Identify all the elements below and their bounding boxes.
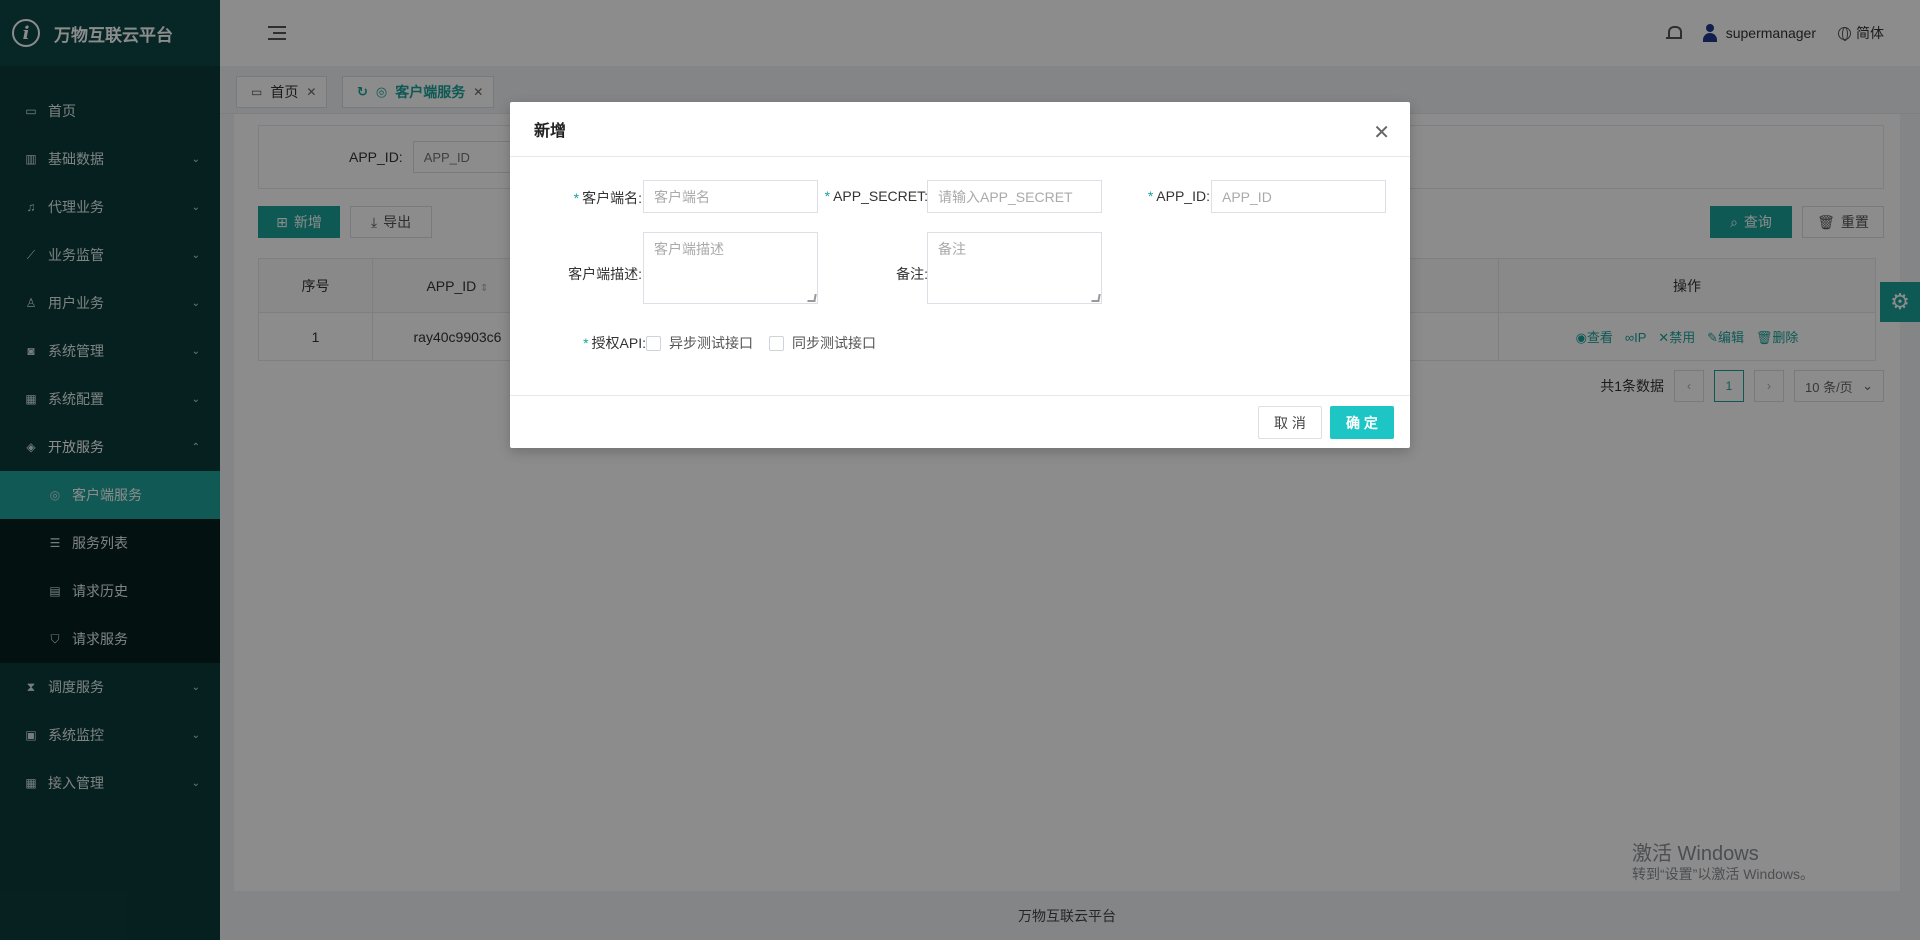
client-desc-label: 客户端描述: — [568, 266, 642, 282]
sync-test-api-checkbox[interactable]: 同步测试接口 — [769, 333, 876, 353]
app-id-input[interactable]: APP_ID — [1211, 180, 1386, 213]
modal-title: 新增 — [534, 123, 567, 140]
client-desc-textarea[interactable]: 客户端描述 — [643, 232, 818, 304]
async-test-api-checkbox[interactable]: 异步测试接口 — [646, 333, 753, 353]
auth-api-label: * 授权API: — [583, 335, 646, 351]
modal-header: 新增 ✕ — [510, 102, 1410, 157]
remark-label: 备注: — [896, 266, 928, 282]
resize-handle-icon[interactable] — [1091, 294, 1101, 302]
resize-handle-icon[interactable] — [807, 294, 817, 302]
client-name-input[interactable]: 客户端名 — [643, 180, 818, 213]
add-client-modal: 新增 ✕ * 客户端名: 客户端名 * APP_SECRET: 请输入APP_SEC… — [510, 102, 1410, 448]
confirm-button[interactable]: 确 定 — [1330, 406, 1394, 439]
app-id-label: * APP_ID: — [1147, 188, 1210, 204]
remark-textarea[interactable]: 备注 — [927, 232, 1102, 304]
app-secret-input[interactable]: 请输入APP_SECRET — [927, 180, 1102, 213]
close-icon[interactable]: ✕ — [1373, 120, 1390, 145]
client-name-label: * 客户端名: — [573, 190, 642, 206]
modal-footer: 取 消 确 定 — [510, 395, 1410, 448]
app-secret-label: * APP_SECRET: — [824, 188, 928, 204]
cancel-button[interactable]: 取 消 — [1258, 406, 1322, 439]
